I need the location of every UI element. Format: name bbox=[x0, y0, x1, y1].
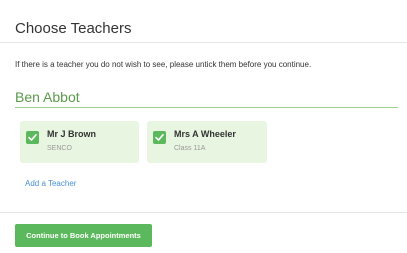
choose-teachers-panel: Choose Teachers If there is a teacher yo… bbox=[0, 0, 407, 253]
teacher-role: Class 11A bbox=[174, 145, 206, 152]
checkmark-icon bbox=[28, 134, 37, 141]
teacher-card-brown[interactable]: Mr J Brown SENCO bbox=[20, 121, 139, 163]
student-divider bbox=[15, 107, 398, 108]
instructions-text: If there is a teacher you do not wish to… bbox=[15, 60, 312, 69]
teacher-name: Mr J Brown bbox=[47, 129, 97, 139]
footer-divider bbox=[0, 212, 407, 213]
page-title: Choose Teachers bbox=[15, 20, 132, 37]
teacher-role: SENCO bbox=[47, 145, 72, 152]
panel-header: Choose Teachers bbox=[0, 0, 407, 43]
teacher-checkbox-wheeler[interactable] bbox=[153, 131, 166, 144]
student-name: Ben Abbot bbox=[15, 89, 80, 105]
continue-button[interactable]: Continue to Book Appointments bbox=[15, 224, 152, 247]
checkmark-icon bbox=[155, 134, 164, 141]
teacher-checkbox-brown[interactable] bbox=[26, 131, 39, 144]
teacher-name: Mrs A Wheeler bbox=[174, 129, 236, 139]
add-teacher-link[interactable]: Add a Teacher bbox=[25, 179, 76, 188]
teacher-card-wheeler[interactable]: Mrs A Wheeler Class 11A bbox=[147, 121, 267, 163]
